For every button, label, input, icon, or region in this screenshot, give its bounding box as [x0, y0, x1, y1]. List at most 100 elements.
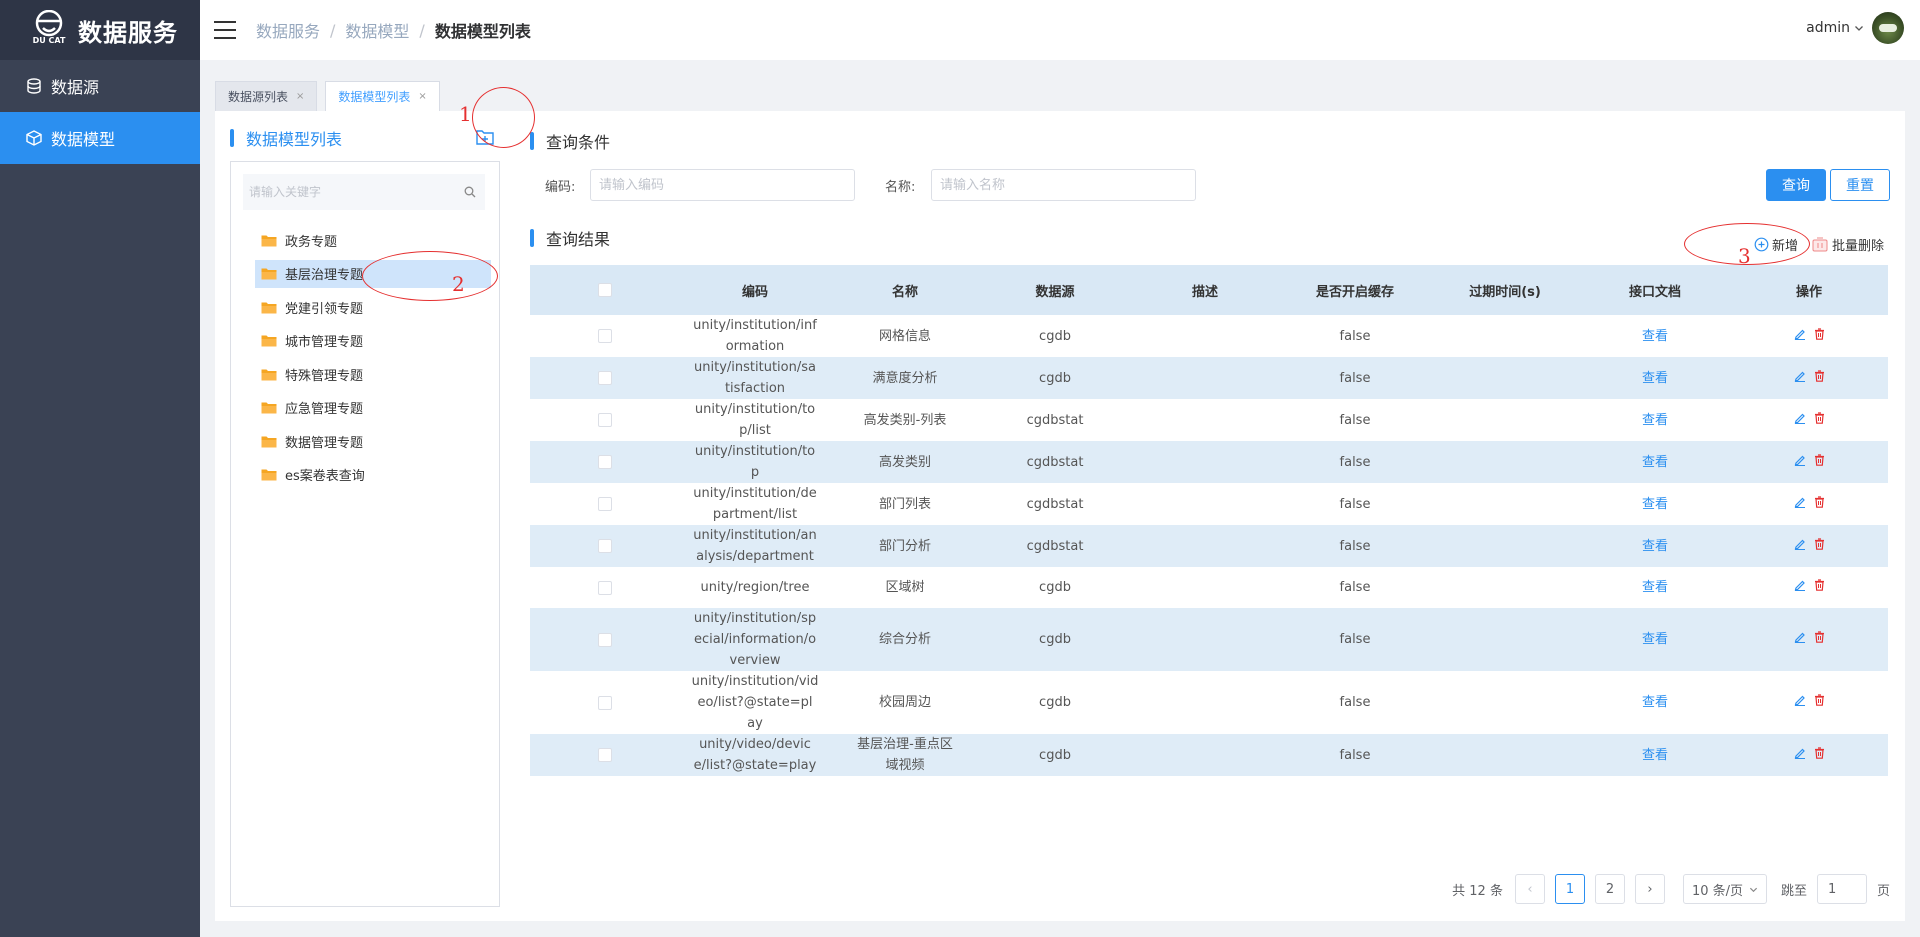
sidebar-item-datasource[interactable]: 数据源 [0, 60, 200, 112]
cache-cell: false [1280, 734, 1430, 776]
add-button[interactable]: 新增 [1754, 235, 1798, 254]
tree-node[interactable]: 政务专题 [255, 226, 491, 254]
breadcrumb-item[interactable]: 数据服务 [256, 18, 320, 42]
page-button[interactable]: 2 [1594, 874, 1625, 904]
doc-cell: 查看 [1580, 525, 1730, 567]
code-input[interactable] [590, 169, 855, 201]
row-checkbox[interactable] [598, 329, 612, 343]
view-doc-link[interactable]: 查看 [1642, 497, 1668, 512]
tree-node[interactable]: 党建引领专题 [255, 293, 491, 321]
folder-icon [261, 402, 277, 414]
column-header: 过期时间(s) [1430, 265, 1580, 315]
page-button[interactable]: 1 [1554, 874, 1585, 904]
view-doc-link[interactable]: 查看 [1642, 580, 1668, 595]
ops-cell [1730, 525, 1888, 567]
tree-node-label: 数据管理专题 [285, 435, 364, 451]
delete-icon[interactable] [1814, 411, 1825, 424]
user-menu[interactable]: admin [1806, 12, 1904, 44]
close-icon[interactable]: × [296, 91, 304, 102]
name-cell: 网格信息 [830, 315, 980, 357]
tree-search-input[interactable] [243, 174, 455, 210]
view-doc-link[interactable]: 查看 [1642, 413, 1668, 428]
delete-icon[interactable] [1814, 579, 1825, 591]
view-doc-link[interactable]: 查看 [1642, 371, 1668, 386]
tree-node[interactable]: 数据管理专题 [255, 427, 491, 455]
select-all-checkbox[interactable] [598, 283, 612, 297]
avatar[interactable] [1872, 12, 1904, 44]
sidebar-item-datamodel[interactable]: 数据模型 [0, 112, 200, 164]
view-doc-link[interactable]: 查看 [1642, 632, 1668, 647]
edit-icon[interactable] [1794, 631, 1806, 643]
delete-icon[interactable] [1814, 537, 1825, 550]
tree-node[interactable]: 城市管理专题 [255, 327, 491, 355]
row-checkbox[interactable] [598, 580, 612, 595]
jump-input[interactable] [1816, 874, 1867, 904]
delete-icon[interactable] [1814, 369, 1825, 382]
add-folder-icon[interactable] [476, 129, 494, 145]
name-line: 区域树 [885, 580, 925, 595]
edit-icon[interactable] [1794, 747, 1806, 759]
tree-node[interactable]: es案卷表查询 [255, 461, 491, 489]
doc-cell: 查看 [1580, 671, 1730, 734]
delete-icon[interactable] [1814, 631, 1825, 643]
tab-datasource-list[interactable]: 数据源列表 × [215, 81, 318, 111]
search-button[interactable]: 查询 [1766, 169, 1826, 201]
delete-icon[interactable] [1814, 453, 1825, 466]
app-title: 数据服务 [78, 18, 178, 47]
results-table: 编码 名称 数据源 描述 是否开启缓存 过期时间(s) 接口文档 操作 unit… [530, 265, 1888, 776]
row-checkbox[interactable] [598, 413, 612, 427]
name-line: 网格信息 [878, 328, 931, 344]
reset-button[interactable]: 重置 [1830, 169, 1890, 201]
table-header-row: 编码 名称 数据源 描述 是否开启缓存 过期时间(s) 接口文档 操作 [530, 265, 1888, 315]
code-line: unity/institution/sa [694, 360, 816, 375]
doc-cell: 查看 [1580, 441, 1730, 483]
view-doc-link[interactable]: 查看 [1642, 455, 1668, 470]
tree-node[interactable]: 特殊管理专题 [255, 360, 491, 388]
edit-icon[interactable] [1794, 538, 1806, 550]
username: admin [1806, 20, 1850, 36]
edit-icon[interactable] [1794, 454, 1806, 466]
next-page-button[interactable]: › [1634, 874, 1665, 904]
delete-icon[interactable] [1814, 495, 1825, 508]
view-doc-link[interactable]: 查看 [1642, 748, 1668, 763]
expire-cell [1430, 483, 1580, 525]
hamburger-icon[interactable] [214, 21, 236, 39]
tab-datamodel-list[interactable]: 数据模型列表 × [325, 81, 440, 111]
edit-icon[interactable] [1794, 370, 1806, 382]
edit-icon[interactable] [1794, 412, 1806, 424]
code-line: unity/institution/an [693, 528, 817, 543]
delete-icon[interactable] [1814, 327, 1825, 340]
row-checkbox[interactable] [598, 632, 612, 647]
row-checkbox[interactable] [598, 497, 612, 511]
edit-icon[interactable] [1794, 328, 1806, 340]
delete-icon[interactable] [1814, 694, 1825, 706]
edit-icon[interactable] [1794, 496, 1806, 508]
row-checkbox[interactable] [598, 748, 612, 762]
name-input[interactable] [931, 169, 1196, 201]
delete-icon[interactable] [1814, 746, 1825, 759]
code-cell: unity/institution/sp ecial/information/o v… [680, 608, 830, 671]
row-checkbox[interactable] [598, 695, 612, 710]
view-doc-link[interactable]: 查看 [1642, 539, 1668, 554]
desc-cell [1130, 441, 1280, 483]
tree-title: 数据模型列表 [230, 126, 342, 150]
edit-icon[interactable] [1794, 579, 1806, 591]
doc-cell: 查看 [1580, 608, 1730, 671]
tree-node[interactable]: 应急管理专题 [255, 394, 491, 422]
edit-icon[interactable] [1794, 694, 1806, 706]
breadcrumb-item[interactable]: 数据模型 [345, 18, 409, 42]
view-doc-link[interactable]: 查看 [1642, 695, 1668, 710]
search-icon[interactable] [455, 186, 485, 198]
view-doc-link[interactable]: 查看 [1642, 329, 1668, 344]
row-checkbox[interactable] [598, 455, 612, 469]
folder-icon [261, 436, 277, 447]
close-icon[interactable]: × [418, 91, 426, 102]
breadcrumb-separator: / [419, 20, 425, 40]
prev-page-button[interactable]: ‹ [1514, 874, 1545, 904]
desc-cell [1130, 608, 1280, 671]
row-checkbox[interactable] [598, 539, 612, 553]
page-size-select[interactable]: 10 条/页 [1682, 874, 1767, 904]
batch-delete-button[interactable]: 批量删除 [1812, 235, 1884, 254]
row-checkbox[interactable] [598, 371, 612, 385]
tree-node[interactable]: 基层治理专题 [255, 259, 491, 288]
